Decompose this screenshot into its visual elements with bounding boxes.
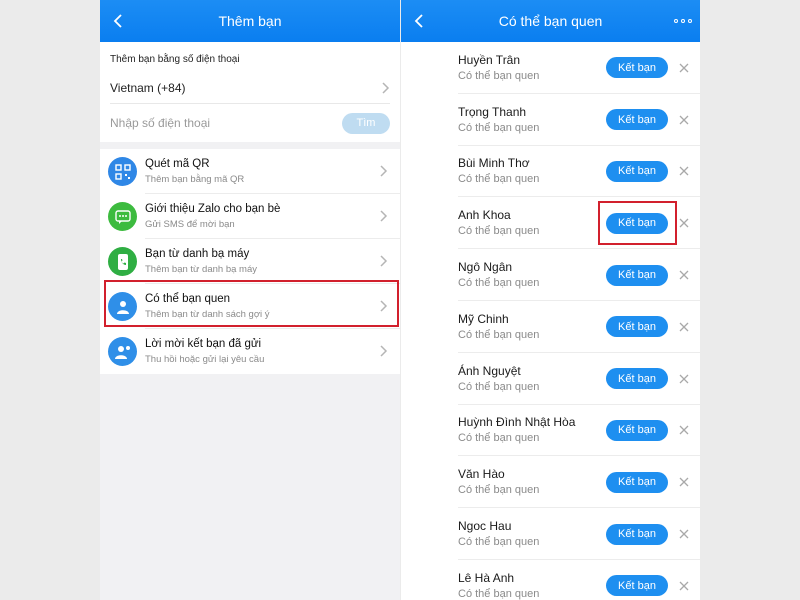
chevron-right-icon: [380, 255, 388, 267]
close-icon[interactable]: [679, 374, 689, 384]
add-friend-button[interactable]: Kết bạn: [606, 419, 668, 441]
close-icon[interactable]: [679, 218, 689, 228]
phone-contact-icon: [108, 247, 137, 276]
menu-item-title: Quét mã QR: [145, 157, 210, 170]
menu-item-subtitle: Thêm bạn bằng mã QR: [145, 173, 245, 185]
list-item[interactable]: Lê Hà Anh Có thể bạn quen Kết bạn: [401, 560, 700, 600]
suggested-friends-screen: Có thể bạn quen Huyền Trân Có thể bạn que…: [401, 0, 700, 600]
add-friend-button[interactable]: Kết bạn: [606, 471, 668, 493]
qr-code-icon: [108, 157, 137, 186]
country-selector[interactable]: Vietnam (+84): [110, 72, 390, 104]
back-arrow-icon[interactable]: [411, 12, 429, 30]
phone-input-row: Tìm: [110, 104, 390, 142]
add-friend-button[interactable]: Kết bạn: [606, 575, 668, 597]
menu-item-qr[interactable]: Quét mã QR Thêm bạn bằng mã QR: [100, 149, 400, 194]
close-icon[interactable]: [679, 581, 689, 591]
find-button[interactable]: Tìm: [342, 112, 390, 134]
list-item[interactable]: Huỳnh Đình Nhật Hòa Có thể bạn quen Kết bạ…: [401, 405, 700, 457]
more-options-icon[interactable]: [674, 12, 692, 30]
highlight-frame: [598, 201, 677, 245]
add-friend-button[interactable]: Kết bạn: [606, 264, 668, 286]
menu-item-title: Lời mời kết bạn đã gửi: [145, 338, 262, 350]
menu-item-sent-requests[interactable]: Lời mời kết bạn đã gửi Thu hồi hoặc gửi …: [100, 329, 400, 374]
chevron-right-icon: [380, 210, 388, 222]
menu-item-title: Bạn từ danh bạ máy: [145, 247, 250, 260]
menu-item-subtitle: Thêm bạn từ danh bạ máy: [145, 263, 257, 275]
add-friend-button[interactable]: Kết bạn: [606, 160, 668, 182]
section-divider: [100, 142, 400, 149]
chevron-right-icon: [382, 81, 390, 94]
menu-item-title: Giới thiệu Zalo cho bạn bè: [145, 202, 281, 215]
add-friend-button[interactable]: Kết bạn: [606, 109, 668, 131]
menu-item-contacts[interactable]: Bạn từ danh bạ máy Thêm bạn từ danh bạ m…: [100, 239, 400, 284]
menu-item-subtitle: Thu hồi hoặc gửi lại yêu cầu: [145, 354, 265, 365]
right-navbar: Có thể bạn quen: [401, 0, 700, 42]
close-icon[interactable]: [679, 322, 689, 332]
phone-heading: Thêm bạn bằng số điện thoại: [110, 54, 240, 65]
back-arrow-icon[interactable]: [110, 12, 128, 30]
add-friend-button[interactable]: Kết bạn: [606, 368, 668, 390]
phone-input[interactable]: [110, 116, 310, 130]
list-item[interactable]: Huyền Trân Có thể bạn quen Kết bạn: [401, 42, 700, 94]
menu-item-invite-zalo[interactable]: Giới thiệu Zalo cho bạn bè Gửi SMS để mờ…: [100, 194, 400, 239]
add-friend-menu: Quét mã QR Thêm bạn bằng mã QR Giới thiệ…: [100, 149, 400, 374]
list-item[interactable]: Văn Hào Có thể bạn quen Kết bạn: [401, 456, 700, 509]
list-item[interactable]: Mỹ Chinh Có thể bạn quen Kết bạn: [401, 301, 700, 353]
close-icon[interactable]: [679, 270, 689, 280]
country-label: Vietnam (+84): [110, 80, 186, 95]
chevron-right-icon: [380, 165, 388, 177]
left-navbar: Thêm bạn: [100, 0, 400, 42]
close-icon[interactable]: [679, 115, 689, 125]
add-friend-button[interactable]: Kết bạn: [606, 523, 668, 545]
page-title: Có thể bạn quen: [498, 13, 603, 29]
person-sent-icon: [108, 337, 137, 366]
list-item[interactable]: Ngoc Hau Có thể bạn quen Kết bạn: [401, 508, 700, 560]
close-icon[interactable]: [679, 477, 689, 487]
sms-chat-icon: [108, 202, 137, 231]
list-item[interactable]: Trọng Thanh Có thể bạn quen Kết bạn: [401, 94, 700, 146]
menu-item-subtitle: Gửi SMS để mời bạn: [145, 218, 235, 230]
chevron-right-icon: [380, 345, 388, 357]
list-item[interactable]: Ánh Nguyệt Có thể bạn quen Kết bạn: [401, 353, 700, 405]
list-item[interactable]: Bùi Minh Thơ Có thể bạn quen Kết bạn: [401, 146, 700, 198]
add-friend-button[interactable]: Kết bạn: [606, 57, 668, 79]
page-title: Thêm bạn: [218, 13, 282, 29]
close-icon[interactable]: [679, 529, 689, 539]
add-friend-button[interactable]: Kết bạn: [606, 316, 668, 338]
close-icon[interactable]: [679, 63, 689, 73]
list-item[interactable]: Ngô Ngân Có thể bạn quen Kết bạn: [401, 249, 700, 301]
highlight-frame: [104, 280, 399, 327]
close-icon[interactable]: [679, 425, 689, 435]
phone-search-section: Thêm bạn bằng số điện thoại Vietnam (+84…: [100, 42, 400, 142]
suggested-friend-list: Huyền Trân Có thể bạn quen Kết bạn Trọng Th…: [401, 42, 700, 600]
close-icon[interactable]: [679, 166, 689, 176]
